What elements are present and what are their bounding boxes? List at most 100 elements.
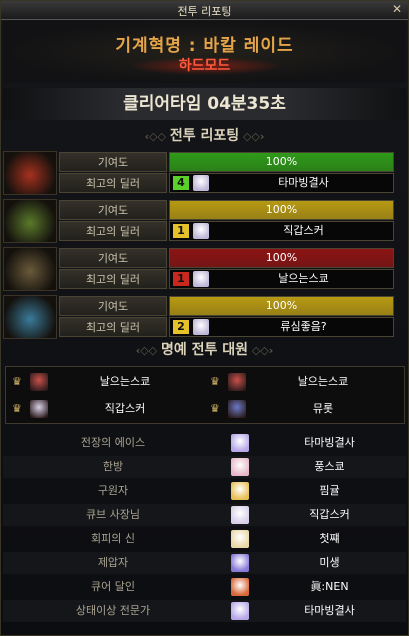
honor-member-panel: ♛ 날으는스쿄 ♛ 날으는스쿄 ♛ 직갑스커 ♛ 뮤롯 bbox=[5, 366, 405, 424]
party-number-badge: 2 bbox=[173, 320, 189, 334]
contribution-value: 100% bbox=[265, 299, 298, 312]
contribution-bar: 100% bbox=[169, 200, 394, 220]
award-winner-name: 첫쨰 bbox=[319, 532, 340, 545]
award-winner-name: 풍스쿄 bbox=[314, 460, 345, 473]
party-row: 기여도 최고의 딜러 100% 2 류심좋음? bbox=[3, 295, 406, 339]
award-winner-name: 핌귤 bbox=[319, 484, 340, 497]
avatar bbox=[193, 223, 209, 239]
close-icon[interactable]: ✕ bbox=[390, 1, 404, 17]
avatar bbox=[30, 400, 48, 418]
crown-icon: ♛ bbox=[12, 402, 22, 415]
contribution-label: 기여도 bbox=[59, 200, 167, 220]
avatar bbox=[193, 271, 209, 287]
avatar bbox=[231, 458, 249, 476]
party-emblem-icon bbox=[3, 295, 57, 339]
top-dealer-label: 최고의 딜러 bbox=[59, 269, 167, 289]
top-dealer-cell: 1 날으는스쿄 bbox=[169, 269, 394, 289]
honor-member-name: 날으는스쿄 bbox=[297, 375, 349, 388]
award-title: 전장의 에이스 bbox=[80, 436, 146, 449]
top-dealer-name: 날으는스쿄 bbox=[278, 272, 329, 285]
avatar bbox=[30, 373, 48, 391]
award-row: 회피의 신 첫쨰 bbox=[3, 528, 406, 550]
contribution-value: 100% bbox=[265, 155, 298, 168]
avatar bbox=[193, 175, 209, 191]
contribution-label: 기여도 bbox=[59, 248, 167, 268]
award-title: 한방 bbox=[102, 460, 124, 473]
award-title: 제압자 bbox=[97, 556, 129, 569]
contribution-label: 기여도 bbox=[59, 296, 167, 316]
award-title: 구원자 bbox=[97, 484, 129, 497]
honor-section-title: 명예 전투 대원 bbox=[160, 342, 249, 358]
honor-member-name: 뮤롯 bbox=[312, 402, 334, 415]
raid-mode: 하드모드 bbox=[178, 58, 231, 74]
party-emblem-icon bbox=[3, 199, 57, 243]
contribution-label: 기여도 bbox=[59, 152, 167, 172]
award-winner-name: 眞:NEN bbox=[310, 580, 349, 593]
avatar bbox=[231, 434, 249, 452]
award-row: 구원자 핌귤 bbox=[3, 480, 406, 502]
top-dealer-label: 최고의 딜러 bbox=[59, 173, 167, 193]
award-winner-name: 타마빙결사 bbox=[304, 436, 355, 449]
report-section-title: 전투 리포팅 bbox=[169, 128, 240, 144]
award-row: 큐브 사장님 직갑스커 bbox=[3, 504, 406, 526]
party-emblem-icon bbox=[3, 151, 57, 195]
raid-name: 기계혁명 : 바칼 레이드 bbox=[115, 36, 294, 56]
honor-section-header: ‹◇◇ 명예 전투 대원 ◇◇› bbox=[3, 339, 406, 361]
top-dealer-cell: 4 타마빙결사 bbox=[169, 173, 394, 193]
window-title: 전투 리포팅 bbox=[177, 5, 232, 18]
party-row: 기여도 최고의 딜러 100% 1 직갑스커 bbox=[3, 199, 406, 243]
avatar bbox=[228, 400, 246, 418]
avatar bbox=[231, 602, 249, 620]
top-dealer-label: 최고의 딜러 bbox=[59, 221, 167, 241]
contribution-bar: 100% bbox=[169, 296, 394, 316]
title-bar[interactable]: 전투 리포팅 ✕ bbox=[1, 1, 408, 20]
award-title: 상태이상 전문가 bbox=[75, 604, 151, 617]
award-row: 한방 풍스쿄 bbox=[3, 456, 406, 478]
honor-member: ♛ 뮤롯 bbox=[206, 397, 396, 421]
honor-member: ♛ 날으는스쿄 bbox=[206, 370, 396, 394]
avatar bbox=[228, 373, 246, 391]
section-deco-right: ◇◇› bbox=[239, 130, 265, 143]
party-row: 기여도 최고의 딜러 100% 4 타마빙결사 bbox=[3, 151, 406, 195]
avatar bbox=[231, 554, 249, 572]
crown-icon: ♛ bbox=[12, 375, 22, 388]
honor-member: ♛ 직갑스커 bbox=[8, 397, 198, 421]
top-dealer-cell: 1 직갑스커 bbox=[169, 221, 394, 241]
honor-member: ♛ 날으는스쿄 bbox=[8, 370, 198, 394]
award-title: 큐브 사장님 bbox=[85, 508, 141, 521]
avatar bbox=[231, 530, 249, 548]
top-dealer-name: 직갑스커 bbox=[283, 224, 324, 237]
award-row: 전장의 에이스 타마빙결사 bbox=[3, 432, 406, 454]
avatar bbox=[231, 506, 249, 524]
honor-member-name: 직갑스커 bbox=[104, 402, 146, 415]
top-dealer-label: 최고의 딜러 bbox=[59, 317, 167, 337]
contribution-bar: 100% bbox=[169, 152, 394, 172]
party-number-badge: 4 bbox=[173, 176, 189, 190]
award-title: 큐어 달인 bbox=[91, 580, 135, 593]
top-dealer-name: 류심좋음? bbox=[280, 320, 327, 333]
raid-header: 기계혁명 : 바칼 레이드 하드모드 bbox=[3, 21, 406, 83]
contribution-bar: 100% bbox=[169, 248, 394, 268]
top-dealer-cell: 2 류심좋음? bbox=[169, 317, 394, 337]
award-row: 상태이상 전문가 타마빙결사 bbox=[3, 600, 406, 622]
section-deco-right: ◇◇› bbox=[248, 344, 274, 357]
avatar bbox=[193, 319, 209, 335]
crown-icon: ♛ bbox=[210, 375, 220, 388]
avatar bbox=[231, 482, 249, 500]
contribution-value: 100% bbox=[265, 203, 298, 216]
award-title: 회피의 신 bbox=[91, 532, 135, 545]
top-dealer-name: 타마빙결사 bbox=[278, 176, 329, 189]
avatar bbox=[231, 578, 249, 596]
contribution-value: 100% bbox=[265, 251, 298, 264]
section-deco-left: ‹◇◇ bbox=[135, 344, 161, 357]
report-section-header: ‹◇◇ 전투 리포팅 ◇◇› bbox=[3, 125, 406, 147]
award-row: 큐어 달인 眞:NEN bbox=[3, 576, 406, 598]
crown-icon: ♛ bbox=[210, 402, 220, 415]
award-winner-name: 미생 bbox=[319, 556, 340, 569]
party-number-badge: 1 bbox=[173, 272, 189, 286]
battle-report-window: 전투 리포팅 ✕ 기계혁명 : 바칼 레이드 하드모드 클리어타임 04분35초… bbox=[0, 0, 409, 636]
award-row: 제압자 미생 bbox=[3, 552, 406, 574]
award-winner-name: 타마빙결사 bbox=[304, 604, 355, 617]
section-deco-left: ‹◇◇ bbox=[144, 130, 170, 143]
party-row: 기여도 최고의 딜러 100% 1 날으는스쿄 bbox=[3, 247, 406, 291]
